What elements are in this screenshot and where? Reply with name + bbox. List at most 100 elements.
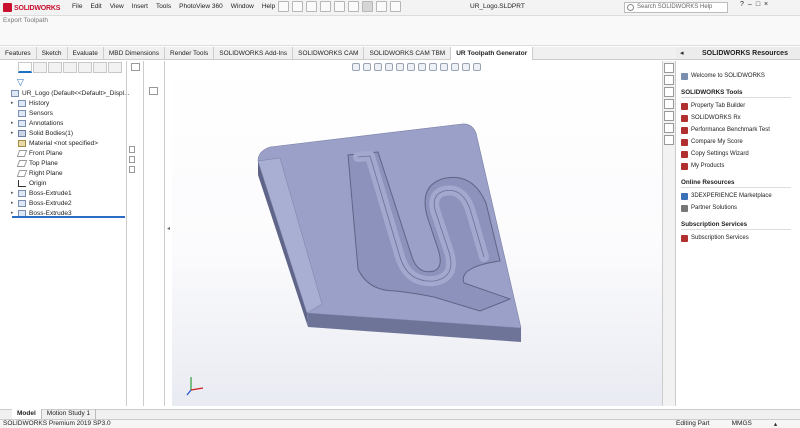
home-icon[interactable] <box>278 1 289 12</box>
tab-model[interactable]: Model <box>12 409 42 419</box>
menu-file[interactable]: File <box>72 3 82 10</box>
options-icon[interactable] <box>390 1 401 12</box>
tree-item-material[interactable]: Material <not specified> <box>11 138 130 148</box>
tree-item-sensors[interactable]: Sensors <box>11 108 130 118</box>
custom-properties-icon[interactable] <box>664 123 674 133</box>
tree-item-origin[interactable]: Origin <box>11 178 130 188</box>
display-manager-tab-icon[interactable] <box>78 62 92 73</box>
rollback-bar[interactable] <box>12 216 125 218</box>
new-document-icon[interactable] <box>292 1 303 12</box>
status-units[interactable]: MMGS <box>732 420 752 428</box>
status-arrow-icon[interactable]: ▴ <box>774 420 777 428</box>
expand-arrow-icon[interactable]: ▸ <box>11 190 18 196</box>
design-library-icon[interactable] <box>664 75 674 85</box>
expand-arrow-icon[interactable]: ▸ <box>11 130 18 136</box>
tab-solidworks-cam-tbm[interactable]: SOLIDWORKS CAM TBM <box>364 47 452 60</box>
tree-item-right-plane[interactable]: Right Plane <box>11 168 130 178</box>
ur-logo-part-model[interactable] <box>172 61 662 406</box>
tree-item-boss-extrude1[interactable]: ▸ Boss-Extrude1 <box>11 188 130 198</box>
tree-item-boss-extrude2[interactable]: ▸ Boss-Extrude2 <box>11 198 130 208</box>
tree-item-annotations[interactable]: ▸ Annotations <box>11 118 130 128</box>
menu-tools[interactable]: Tools <box>156 3 171 10</box>
close-icon[interactable]: × <box>764 1 768 8</box>
feature-tree-tab-icon[interactable] <box>18 62 32 73</box>
open-icon[interactable] <box>306 1 317 12</box>
tree-item-front-plane[interactable]: Front Plane <box>11 148 130 158</box>
tree-item-history[interactable]: ▸ History <box>11 98 130 108</box>
plane-visibility-icon[interactable] <box>129 146 135 153</box>
graphics-area[interactable] <box>172 61 662 406</box>
filter-icon[interactable]: ▽ <box>17 77 24 88</box>
panel-toggle-icon[interactable] <box>149 87 158 95</box>
solidworks-resources-icon[interactable] <box>664 63 674 73</box>
appearances-icon[interactable] <box>664 111 674 121</box>
plane-visibility-icon[interactable] <box>129 156 135 163</box>
tree-item-solid-bodies[interactable]: ▸ Solid Bodies(1) <box>11 128 130 138</box>
link-3dexperience-marketplace[interactable]: 3DEXPERIENCE Marketplace <box>681 190 799 202</box>
cam-operation-tree-icon[interactable] <box>108 62 122 73</box>
cam-feature-tree-icon[interactable] <box>93 62 107 73</box>
dynamic-annotation-icon[interactable] <box>396 63 404 71</box>
maximize-icon[interactable]: □ <box>756 1 760 8</box>
forum-icon[interactable] <box>664 135 674 145</box>
welcome-link[interactable]: Welcome to SOLIDWORKS <box>681 70 799 82</box>
menu-help[interactable]: Help <box>262 3 275 10</box>
app-logo[interactable]: SOLIDWORKS <box>3 3 60 12</box>
tab-motion-study-1[interactable]: Motion Study 1 <box>42 409 97 419</box>
link-subscription-services[interactable]: Subscription Services <box>681 232 799 244</box>
dimxpert-tab-icon[interactable] <box>63 62 77 73</box>
tab-ur-toolpath-generator[interactable]: UR Toolpath Generator <box>451 47 534 60</box>
zoom-to-fit-icon[interactable] <box>352 63 360 71</box>
section-view-icon[interactable] <box>385 63 393 71</box>
expand-tree-icon[interactable] <box>131 63 140 71</box>
help-search-input[interactable]: Search SOLIDWORKS Help <box>624 2 728 13</box>
help-icon[interactable]: ? <box>740 1 744 8</box>
tab-sketch[interactable]: Sketch <box>37 47 68 60</box>
view-orientation-icon[interactable] <box>407 63 415 71</box>
link-performance-benchmark[interactable]: Performance Benchmark Test <box>681 124 799 136</box>
property-manager-tab-icon[interactable] <box>33 62 47 73</box>
undo-icon[interactable] <box>348 1 359 12</box>
tab-mbd-dimensions[interactable]: MBD Dimensions <box>104 47 166 60</box>
menu-edit[interactable]: Edit <box>90 3 101 10</box>
collapse-panel-icon[interactable]: ◂ <box>167 225 170 232</box>
export-toolpath-button[interactable]: Export Toolpath <box>3 17 48 24</box>
hide-show-items-icon[interactable] <box>429 63 437 71</box>
link-solidworks-rx[interactable]: SOLIDWORKS Rx <box>681 112 799 124</box>
link-partner-solutions[interactable]: Partner Solutions <box>681 202 799 214</box>
print-icon[interactable] <box>334 1 345 12</box>
view-settings-icon[interactable] <box>462 63 470 71</box>
link-compare-my-score[interactable]: Compare My Score <box>681 136 799 148</box>
link-copy-settings-wizard[interactable]: Copy Settings Wizard <box>681 148 799 160</box>
expand-arrow-icon[interactable]: ▸ <box>11 100 18 106</box>
menu-view[interactable]: View <box>110 3 124 10</box>
rebuild-icon[interactable] <box>376 1 387 12</box>
menu-insert[interactable]: Insert <box>132 3 148 10</box>
menu-photoview[interactable]: PhotoView 360 <box>179 3 223 10</box>
menu-window[interactable]: Window <box>231 3 254 10</box>
link-my-products[interactable]: My Products <box>681 160 799 172</box>
expand-arrow-icon[interactable]: ▸ <box>11 200 18 206</box>
tree-root[interactable]: UR_Logo (Default<<Default>_Displ... <box>11 88 130 98</box>
display-style-icon[interactable] <box>418 63 426 71</box>
zoom-to-area-icon[interactable] <box>363 63 371 71</box>
link-property-tab-builder[interactable]: Property Tab Builder <box>681 100 799 112</box>
task-pane-back-icon[interactable]: ◂ <box>680 49 684 57</box>
save-icon[interactable] <box>320 1 331 12</box>
tab-features[interactable]: Features <box>0 47 37 60</box>
minimize-icon[interactable]: – <box>748 1 752 8</box>
file-explorer-icon[interactable] <box>664 87 674 97</box>
tab-render-tools[interactable]: Render Tools <box>165 47 215 60</box>
display-pane-icon[interactable] <box>473 63 481 71</box>
edit-appearance-icon[interactable] <box>440 63 448 71</box>
previous-view-icon[interactable] <box>374 63 382 71</box>
plane-visibility-icon[interactable] <box>129 166 135 173</box>
tab-solidworks-addins[interactable]: SOLIDWORKS Add-Ins <box>214 47 294 60</box>
configuration-manager-tab-icon[interactable] <box>48 62 62 73</box>
view-palette-icon[interactable] <box>664 99 674 109</box>
apply-scene-icon[interactable] <box>451 63 459 71</box>
select-icon[interactable] <box>362 1 373 12</box>
tab-evaluate[interactable]: Evaluate <box>68 47 104 60</box>
expand-arrow-icon[interactable]: ▸ <box>11 120 18 126</box>
tab-solidworks-cam[interactable]: SOLIDWORKS CAM <box>293 47 365 60</box>
